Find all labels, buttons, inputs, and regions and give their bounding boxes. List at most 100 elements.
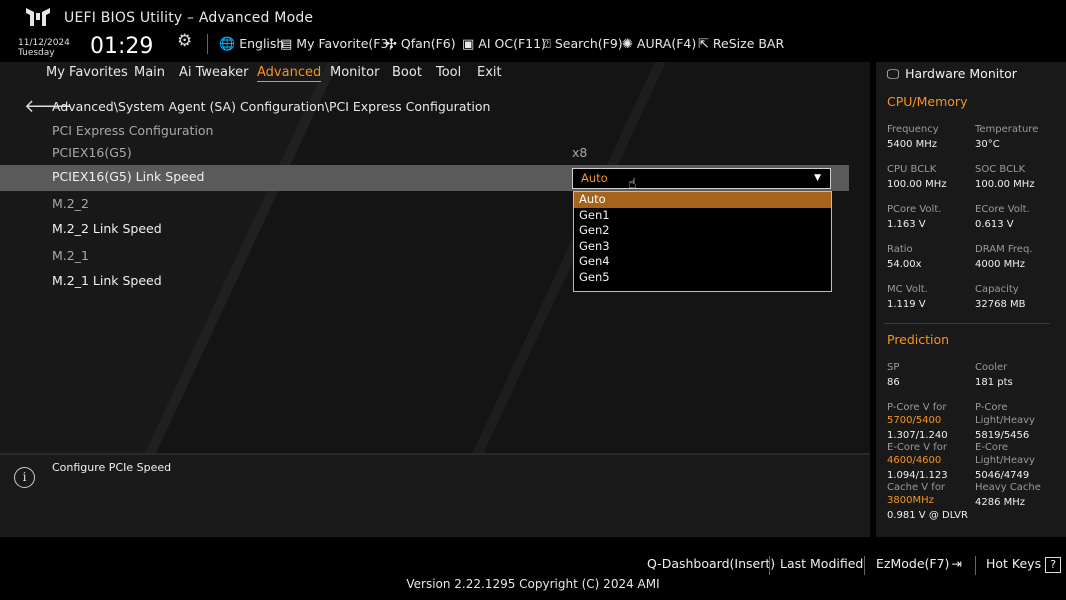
- search-label: Search(F9): [554, 36, 623, 51]
- section-title: PCI Express Configuration: [52, 123, 214, 138]
- breadcrumb: Advanced\System Agent (SA) Configuration…: [52, 99, 491, 114]
- ratio-label: Ratio: [887, 244, 913, 255]
- footer-divider: [975, 556, 976, 575]
- gear-icon[interactable]: ⚙: [177, 31, 192, 51]
- rog-logo-icon: [26, 8, 50, 26]
- cpu-bclk-label: CPU BCLK: [887, 164, 937, 175]
- option-gen4[interactable]: Gen4: [574, 254, 831, 270]
- hardware-monitor-title: 🖵 Hardware Monitor: [887, 66, 1017, 82]
- day-text: Tuesday: [18, 48, 55, 58]
- my-favorite-label: My Favorite(F3): [296, 36, 394, 51]
- aura-button[interactable]: ✺ AURA(F4): [622, 36, 696, 52]
- option-auto[interactable]: Auto: [574, 192, 831, 208]
- q-dashboard-button[interactable]: Q-Dashboard(Insert): [647, 556, 775, 571]
- menu-main[interactable]: Main: [134, 65, 165, 80]
- hot-keys-label: Hot Keys: [986, 556, 1042, 571]
- caret-down-icon: ▼: [814, 173, 821, 183]
- app-title: UEFI BIOS Utility – Advanced Mode: [64, 10, 314, 26]
- ecore-v-stat: E-Core V for 4600/4600 1.094/1.123: [887, 441, 972, 482]
- language-button[interactable]: 🌐 English: [219, 36, 284, 52]
- cpu-bclk-value: 100.00 MHz: [887, 179, 947, 190]
- fan-icon: ✣: [386, 37, 397, 52]
- footer-divider: [769, 556, 770, 575]
- last-modified-button[interactable]: Last Modified: [780, 556, 863, 571]
- row-pciex16-link-speed-label[interactable]: PCIEX16(G5) Link Speed: [52, 169, 204, 184]
- option-gen2[interactable]: Gen2: [574, 223, 831, 239]
- menu-my-favorites[interactable]: My Favorites: [46, 65, 128, 80]
- favorite-icon: ▤: [280, 37, 293, 52]
- my-favorite-button[interactable]: ▤ My Favorite(F3): [280, 36, 393, 52]
- mc-volt-stat: MC Volt. 1.119 V: [887, 283, 928, 311]
- frequency-value: 5400 MHz: [887, 139, 938, 150]
- pcore-lh-stat: P-Core Light/Heavy 5819/5456: [975, 401, 1055, 442]
- clock[interactable]: 01:29: [90, 34, 153, 59]
- menu-monitor[interactable]: Monitor: [330, 65, 379, 80]
- search-button[interactable]: ⍰ Search(F9): [543, 36, 623, 52]
- ecore-lh-stat: E-Core Light/Heavy 5046/4749: [975, 441, 1055, 482]
- menu-advanced[interactable]: Advanced: [257, 65, 322, 82]
- cooler-label: Cooler: [975, 362, 1008, 373]
- sp-value: 86: [887, 377, 900, 388]
- cooler-stat: Cooler 181 pts: [975, 361, 1013, 389]
- row-m2-1-label: M.2_1: [52, 248, 89, 263]
- hot-keys-button[interactable]: Hot Keys?: [986, 556, 1062, 573]
- prediction-heading: Prediction: [887, 332, 950, 347]
- cache-v-freq: 3800MHz: [887, 495, 934, 506]
- date-text: 11/12/2024: [18, 38, 70, 48]
- exit-arrow-icon: ⇥: [951, 556, 962, 571]
- temperature-label: Temperature: [975, 124, 1039, 135]
- dram-freq-stat: DRAM Freq. 4000 MHz: [975, 243, 1033, 271]
- temperature-stat: Temperature 30°C: [975, 123, 1038, 151]
- globe-icon: 🌐: [219, 37, 236, 52]
- soc-bclk-label: SOC BCLK: [975, 164, 1026, 175]
- ecore-lh-label: E-Core Light/Heavy: [975, 442, 1035, 466]
- ai-oc-button[interactable]: ▣ AI OC(F11): [462, 36, 546, 52]
- capacity-stat: Capacity 32768 MB: [975, 283, 1025, 311]
- search-icon: ⍰: [543, 37, 551, 52]
- option-gen1[interactable]: Gen1: [574, 208, 831, 224]
- option-gen3[interactable]: Gen3: [574, 239, 831, 255]
- pcore-v-label: P-Core V for: [887, 402, 947, 413]
- ratio-stat: Ratio 54.00x: [887, 243, 922, 271]
- cooler-value: 181 pts: [975, 377, 1013, 388]
- question-mark-icon: ?: [1045, 556, 1062, 573]
- menu-ai-tweaker[interactable]: Ai Tweaker: [179, 65, 248, 80]
- sp-label: SP: [887, 362, 900, 373]
- mc-volt-value: 1.119 V: [887, 299, 926, 310]
- qfan-label: Qfan(F6): [400, 36, 456, 51]
- info-icon: i: [14, 467, 35, 488]
- ecore-volt-value: 0.613 V: [975, 219, 1014, 230]
- capacity-value: 32768 MB: [975, 299, 1026, 310]
- menu-tool[interactable]: Tool: [436, 65, 461, 80]
- frequency-label: Frequency: [887, 124, 939, 135]
- temperature-value: 30°C: [975, 139, 1000, 150]
- date-display: 11/12/2024 Tuesday: [18, 38, 70, 58]
- frequency-stat: Frequency 5400 MHz: [887, 123, 939, 151]
- pcore-volt-stat: PCore Volt. 1.163 V: [887, 203, 941, 231]
- qfan-button[interactable]: ✣ Qfan(F6): [386, 36, 456, 52]
- ecore-v-freq: 4600/4600: [887, 455, 942, 466]
- row-m2-2-label: M.2_2: [52, 196, 89, 211]
- option-gen5[interactable]: Gen5: [574, 270, 831, 286]
- pcore-volt-label: PCore Volt.: [887, 204, 942, 215]
- menu-exit[interactable]: Exit: [477, 65, 502, 80]
- pcore-v-stat: P-Core V for 5700/5400 1.307/1.240: [887, 401, 972, 442]
- header-divider: [207, 34, 208, 54]
- menu-boot[interactable]: Boot: [392, 65, 422, 80]
- aura-label: AURA(F4): [636, 36, 697, 51]
- row-m2-2-link-speed-label[interactable]: M.2_2 Link Speed: [52, 221, 162, 236]
- ecore-v-label: E-Core V for: [887, 442, 948, 453]
- cache-v-value: 0.981 V @ DLVR: [887, 510, 968, 521]
- sp-stat: SP 86: [887, 361, 900, 389]
- resize-bar-button[interactable]: ⇱ ReSize BAR: [698, 36, 784, 52]
- link-speed-select[interactable]: Auto ▼: [572, 168, 831, 189]
- row-m2-1-link-speed-label[interactable]: M.2_1 Link Speed: [52, 273, 162, 288]
- ezmode-button[interactable]: EzMode(F7) ⇥: [876, 556, 962, 571]
- cpu-bclk-stat: CPU BCLK 100.00 MHz: [887, 163, 947, 191]
- capacity-label: Capacity: [975, 284, 1019, 295]
- cpu-memory-heading: CPU/Memory: [887, 94, 968, 109]
- hardware-monitor-title-text: Hardware Monitor: [905, 66, 1017, 81]
- row-pciex16-value: x8: [572, 145, 588, 160]
- resize-bar-icon: ⇱: [698, 37, 709, 52]
- ecore-volt-stat: ECore Volt. 0.613 V: [975, 203, 1030, 231]
